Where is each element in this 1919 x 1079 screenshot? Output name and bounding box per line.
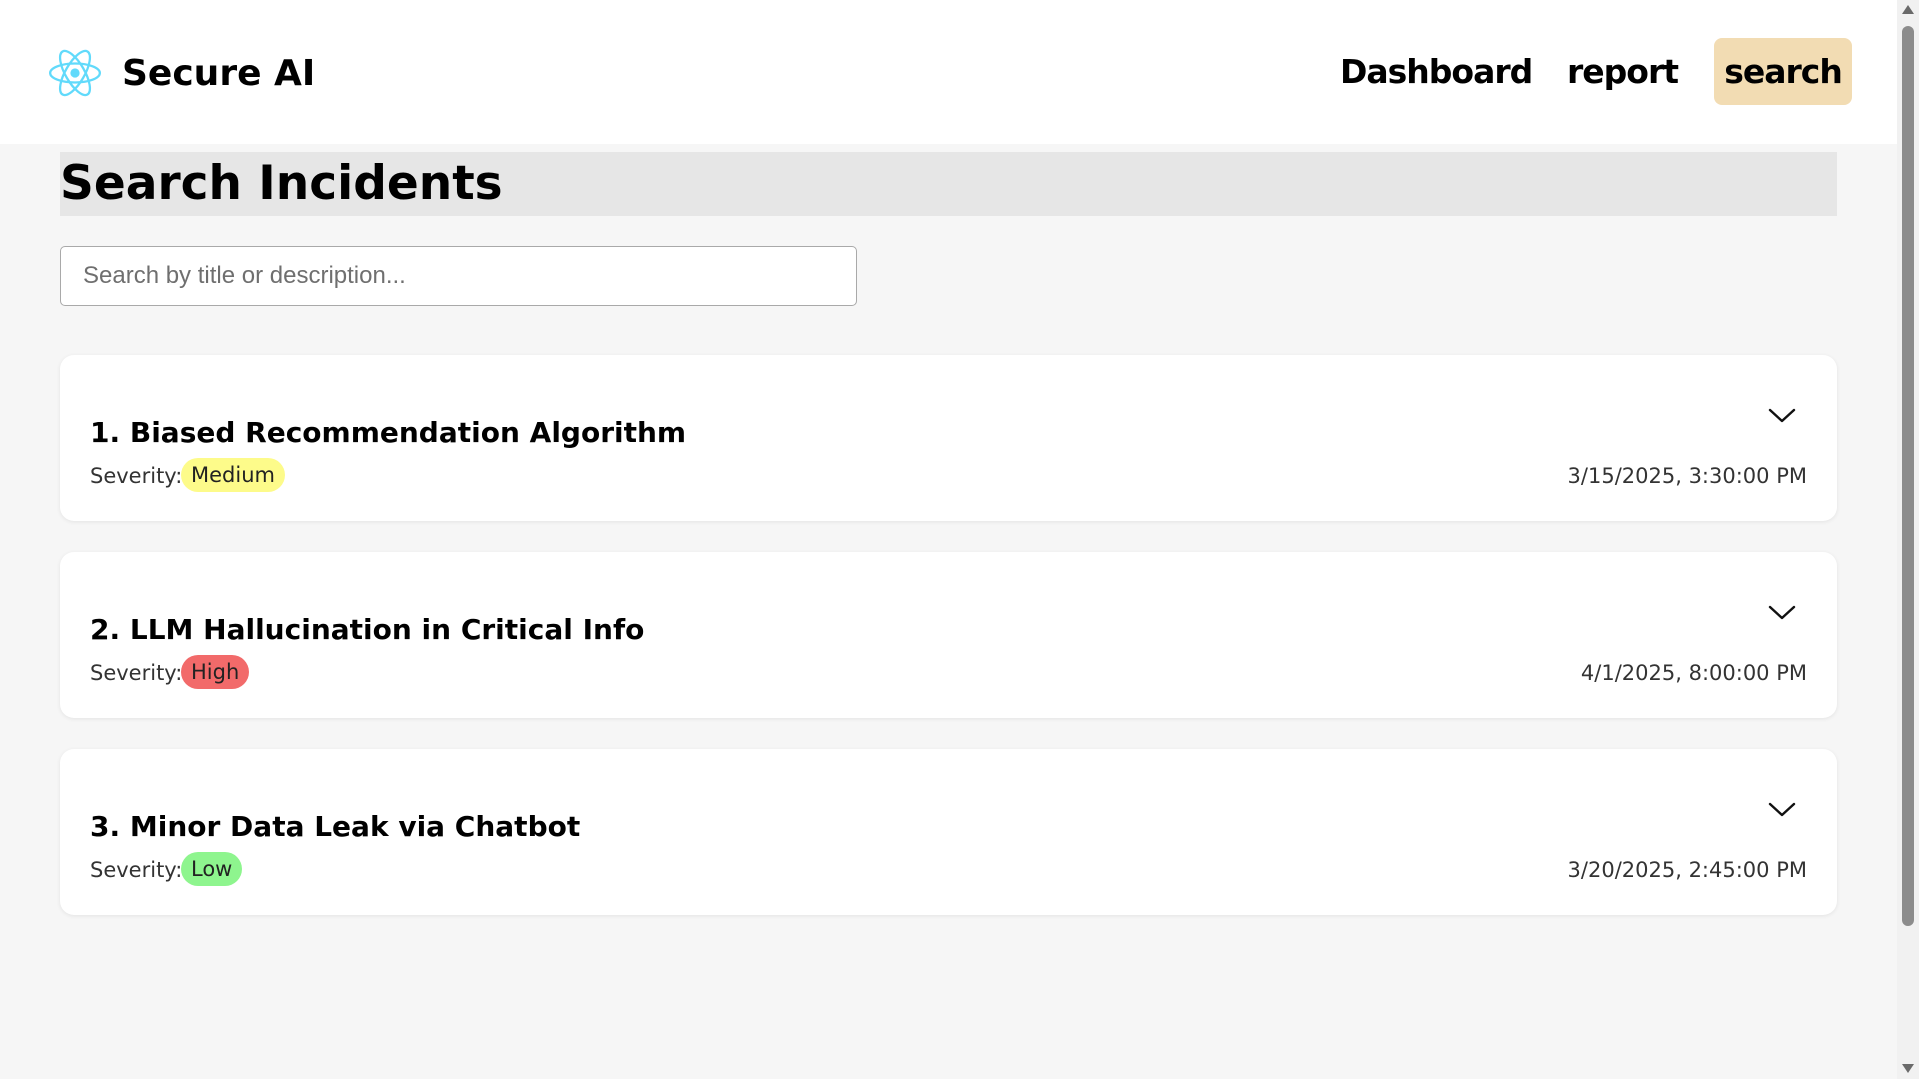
nav-dashboard[interactable]: Dashboard — [1340, 38, 1533, 105]
brand-name[interactable]: Secure AI — [122, 50, 315, 98]
incident-card-3[interactable]: 3. Minor Data Leak via Chatbot Severity:… — [60, 749, 1837, 915]
severity-badge: High — [181, 655, 250, 689]
incident-title: 3. Minor Data Leak via Chatbot — [90, 810, 581, 843]
scroll-up-arrow-icon[interactable] — [1902, 5, 1914, 14]
incident-card-2[interactable]: 2. LLM Hallucination in Critical Info Se… — [60, 552, 1837, 718]
page-title: Search Incidents — [60, 156, 503, 211]
chevron-down-icon[interactable] — [1767, 602, 1797, 622]
nav-report[interactable]: report — [1567, 38, 1679, 105]
severity-badge: Low — [181, 852, 243, 886]
incident-title: 2. LLM Hallucination in Critical Info — [90, 613, 645, 646]
chevron-down-icon[interactable] — [1767, 799, 1797, 819]
incident-title: 1. Biased Recommendation Algorithm — [90, 416, 687, 449]
top-navbar: Secure AI Dashboard report search — [0, 0, 1897, 144]
incident-card-1[interactable]: 1. Biased Recommendation Algorithm Sever… — [60, 355, 1837, 521]
scroll-down-arrow-icon[interactable] — [1902, 1064, 1914, 1073]
severity-label: Severity: — [90, 464, 183, 488]
severity-label: Severity: — [90, 858, 183, 882]
search-input[interactable] — [60, 246, 857, 306]
vertical-scrollbar[interactable] — [1897, 0, 1919, 1079]
react-atom-icon — [49, 49, 101, 97]
severity-badge: Medium — [181, 458, 285, 492]
severity-label: Severity: — [90, 661, 183, 685]
app-root: Secure AI Dashboard report search Search… — [0, 0, 1919, 1079]
incident-timestamp: 4/1/2025, 8:00:00 PM — [1580, 661, 1807, 685]
scrollbar-thumb[interactable] — [1902, 26, 1914, 926]
nav-search-active[interactable]: search — [1714, 38, 1852, 105]
page-title-bar: Search Incidents — [60, 152, 1837, 216]
incident-timestamp: 3/20/2025, 2:45:00 PM — [1567, 858, 1807, 882]
incident-timestamp: 3/15/2025, 3:30:00 PM — [1567, 464, 1807, 488]
chevron-down-icon[interactable] — [1767, 405, 1797, 425]
